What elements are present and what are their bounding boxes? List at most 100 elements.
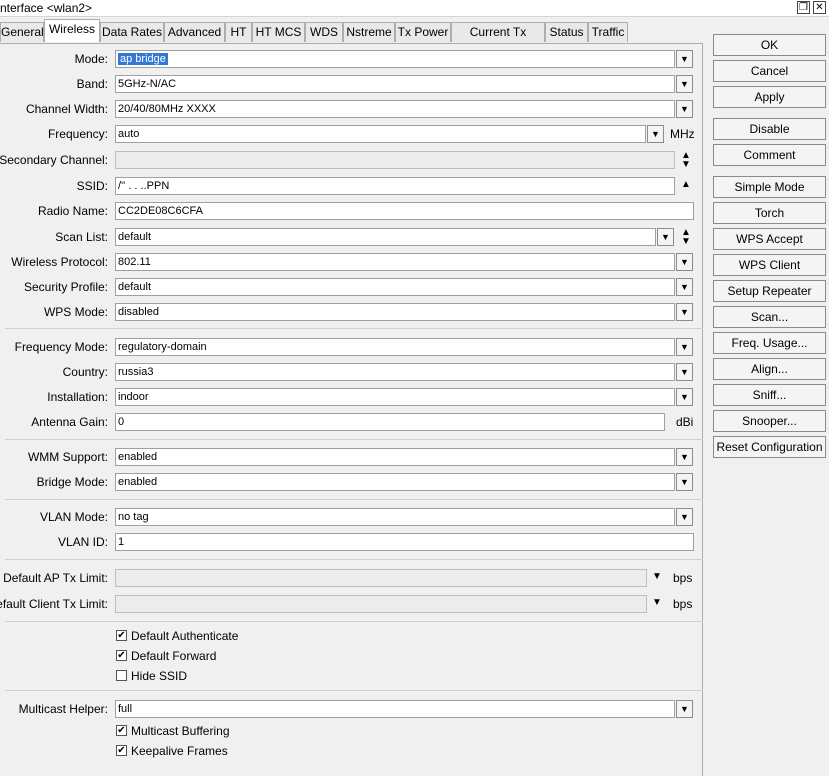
keepalive-frames-label: Keepalive Frames <box>131 744 228 758</box>
country-select[interactable]: russia3 <box>115 363 675 381</box>
ssid-collapse-icon[interactable]: ▲ <box>679 179 693 191</box>
snooper-button[interactable]: Snooper... <box>713 410 826 432</box>
installation-dropdown-icon[interactable]: ▼ <box>676 388 693 406</box>
channel-width-dropdown-icon[interactable]: ▼ <box>676 100 693 118</box>
wps-client-button[interactable]: WPS Client <box>713 254 826 276</box>
tab-nstreme[interactable]: Nstreme <box>343 22 395 42</box>
scan-button[interactable]: Scan... <box>713 306 826 328</box>
wps-mode-dropdown-icon[interactable]: ▼ <box>676 303 693 321</box>
tab-traffic[interactable]: Traffic <box>588 22 628 42</box>
tab-tx-power[interactable]: Tx Power <box>395 22 451 42</box>
radio-name-label: Radio Name: <box>37 204 108 218</box>
disable-button[interactable]: Disable <box>713 118 826 140</box>
tab-current-tx-power[interactable]: Current Tx Power <box>451 22 545 57</box>
vlan-id-input[interactable]: 1 <box>115 533 694 551</box>
frequency-dropdown-icon[interactable]: ▼ <box>647 125 664 143</box>
mode-value: ap bridge <box>118 53 168 65</box>
default-authenticate-checkbox[interactable]: ✔ <box>116 630 127 641</box>
ssid-input[interactable]: /'' . . ..ΡΡΝ <box>115 177 675 195</box>
band-dropdown-icon[interactable]: ▼ <box>676 75 693 93</box>
wmm-support-dropdown-icon[interactable]: ▼ <box>676 448 693 466</box>
channel-width-label: Channel Width: <box>25 102 108 116</box>
default-authenticate-label: Default Authenticate <box>131 629 239 643</box>
country-label: Country: <box>62 365 108 379</box>
band-select[interactable]: 5GHz-N/AC <box>115 75 675 93</box>
secondary-channel-down-icon[interactable]: ▼ <box>679 159 693 171</box>
close-icon[interactable]: ✕ <box>813 1 826 14</box>
hide-ssid-checkbox[interactable] <box>116 670 127 681</box>
mode-dropdown-icon[interactable]: ▼ <box>676 50 693 68</box>
sniff-button[interactable]: Sniff... <box>713 384 826 406</box>
tab-wireless[interactable]: Wireless <box>44 19 100 42</box>
bridge-mode-dropdown-icon[interactable]: ▼ <box>676 473 693 491</box>
scan-list-label: Scan List: <box>55 230 108 244</box>
align-button[interactable]: Align... <box>713 358 826 380</box>
tab-ht-mcs[interactable]: HT MCS <box>252 22 305 42</box>
wireless-protocol-dropdown-icon[interactable]: ▼ <box>676 253 693 271</box>
frequency-label: Frequency: <box>47 127 108 141</box>
keepalive-frames-checkbox[interactable]: ✔ <box>116 745 127 756</box>
default-ap-tx-limit-label: Default AP Tx Limit: <box>3 571 108 585</box>
scan-list-down-icon[interactable]: ▼ <box>679 236 693 248</box>
wireless-protocol-label: Wireless Protocol: <box>11 255 108 269</box>
tab-data-rates[interactable]: Data Rates <box>100 22 164 42</box>
frequency-mode-select[interactable]: regulatory-domain <box>115 338 675 356</box>
security-profile-dropdown-icon[interactable]: ▼ <box>676 278 693 296</box>
default-ap-tx-limit-field[interactable] <box>115 569 647 587</box>
frequency-mode-dropdown-icon[interactable]: ▼ <box>676 338 693 356</box>
separator <box>5 328 703 329</box>
bridge-mode-label: Bridge Mode: <box>36 475 108 489</box>
wps-mode-select[interactable]: disabled <box>115 303 675 321</box>
multicast-helper-select[interactable]: full <box>115 700 675 718</box>
reset-configuration-button[interactable]: Reset Configuration <box>713 436 826 458</box>
cancel-button[interactable]: Cancel <box>713 60 826 82</box>
vlan-mode-dropdown-icon[interactable]: ▼ <box>676 508 693 526</box>
wmm-support-label: WMM Support: <box>27 450 108 464</box>
tab-ht[interactable]: HT <box>225 22 252 42</box>
mode-select[interactable]: ap bridge <box>115 50 675 68</box>
vlan-mode-select[interactable]: no tag <box>115 508 675 526</box>
multicast-helper-dropdown-icon[interactable]: ▼ <box>676 700 693 718</box>
window-titlebar: nterface <wlan2> ❐ ✕ <box>0 0 829 17</box>
default-client-tx-limit-expand-icon[interactable]: ▼ <box>650 597 664 609</box>
tab-status[interactable]: Status <box>545 22 588 42</box>
comment-button[interactable]: Comment <box>713 144 826 166</box>
frequency-mode-label: Frequency Mode: <box>14 340 108 354</box>
channel-width-select[interactable]: 20/40/80MHz XXXX <box>115 100 675 118</box>
frequency-select[interactable]: auto <box>115 125 646 143</box>
tab-general[interactable]: General <box>0 22 44 42</box>
secondary-channel-field <box>115 151 675 169</box>
ssid-label: SSID: <box>76 179 108 193</box>
antenna-gain-input[interactable]: 0 <box>115 413 665 431</box>
wmm-support-select[interactable]: enabled <box>115 448 675 466</box>
security-profile-select[interactable]: default <box>115 278 675 296</box>
freq-usage-button[interactable]: Freq. Usage... <box>713 332 826 354</box>
antenna-gain-unit: dBi <box>676 415 694 429</box>
tab-advanced[interactable]: Advanced <box>164 22 225 42</box>
default-forward-checkbox[interactable]: ✔ <box>116 650 127 661</box>
multicast-buffering-checkbox[interactable]: ✔ <box>116 725 127 736</box>
wps-accept-button[interactable]: WPS Accept <box>713 228 826 250</box>
separator <box>5 621 703 622</box>
installation-select[interactable]: indoor <box>115 388 675 406</box>
bridge-mode-select[interactable]: enabled <box>115 473 675 491</box>
restore-icon[interactable]: ❐ <box>797 1 810 14</box>
setup-repeater-button[interactable]: Setup Repeater <box>713 280 826 302</box>
band-label: Band: <box>76 77 108 91</box>
installation-label: Installation: <box>47 390 108 404</box>
scan-list-dropdown-icon[interactable]: ▼ <box>657 228 674 246</box>
mode-label: Mode: <box>74 52 108 66</box>
ok-button[interactable]: OK <box>713 34 826 56</box>
radio-name-input[interactable]: CC2DE08C6CFA <box>115 202 694 220</box>
scan-list-select[interactable]: default <box>115 228 656 246</box>
country-dropdown-icon[interactable]: ▼ <box>676 363 693 381</box>
default-client-tx-limit-field[interactable] <box>115 595 647 613</box>
simple-mode-button[interactable]: Simple Mode <box>713 176 826 198</box>
default-ap-tx-limit-expand-icon[interactable]: ▼ <box>650 571 664 583</box>
separator <box>5 690 703 691</box>
vlan-mode-label: VLAN Mode: <box>39 510 108 524</box>
wireless-protocol-select[interactable]: 802.11 <box>115 253 675 271</box>
torch-button[interactable]: Torch <box>713 202 826 224</box>
tab-wds[interactable]: WDS <box>305 22 343 42</box>
apply-button[interactable]: Apply <box>713 86 826 108</box>
